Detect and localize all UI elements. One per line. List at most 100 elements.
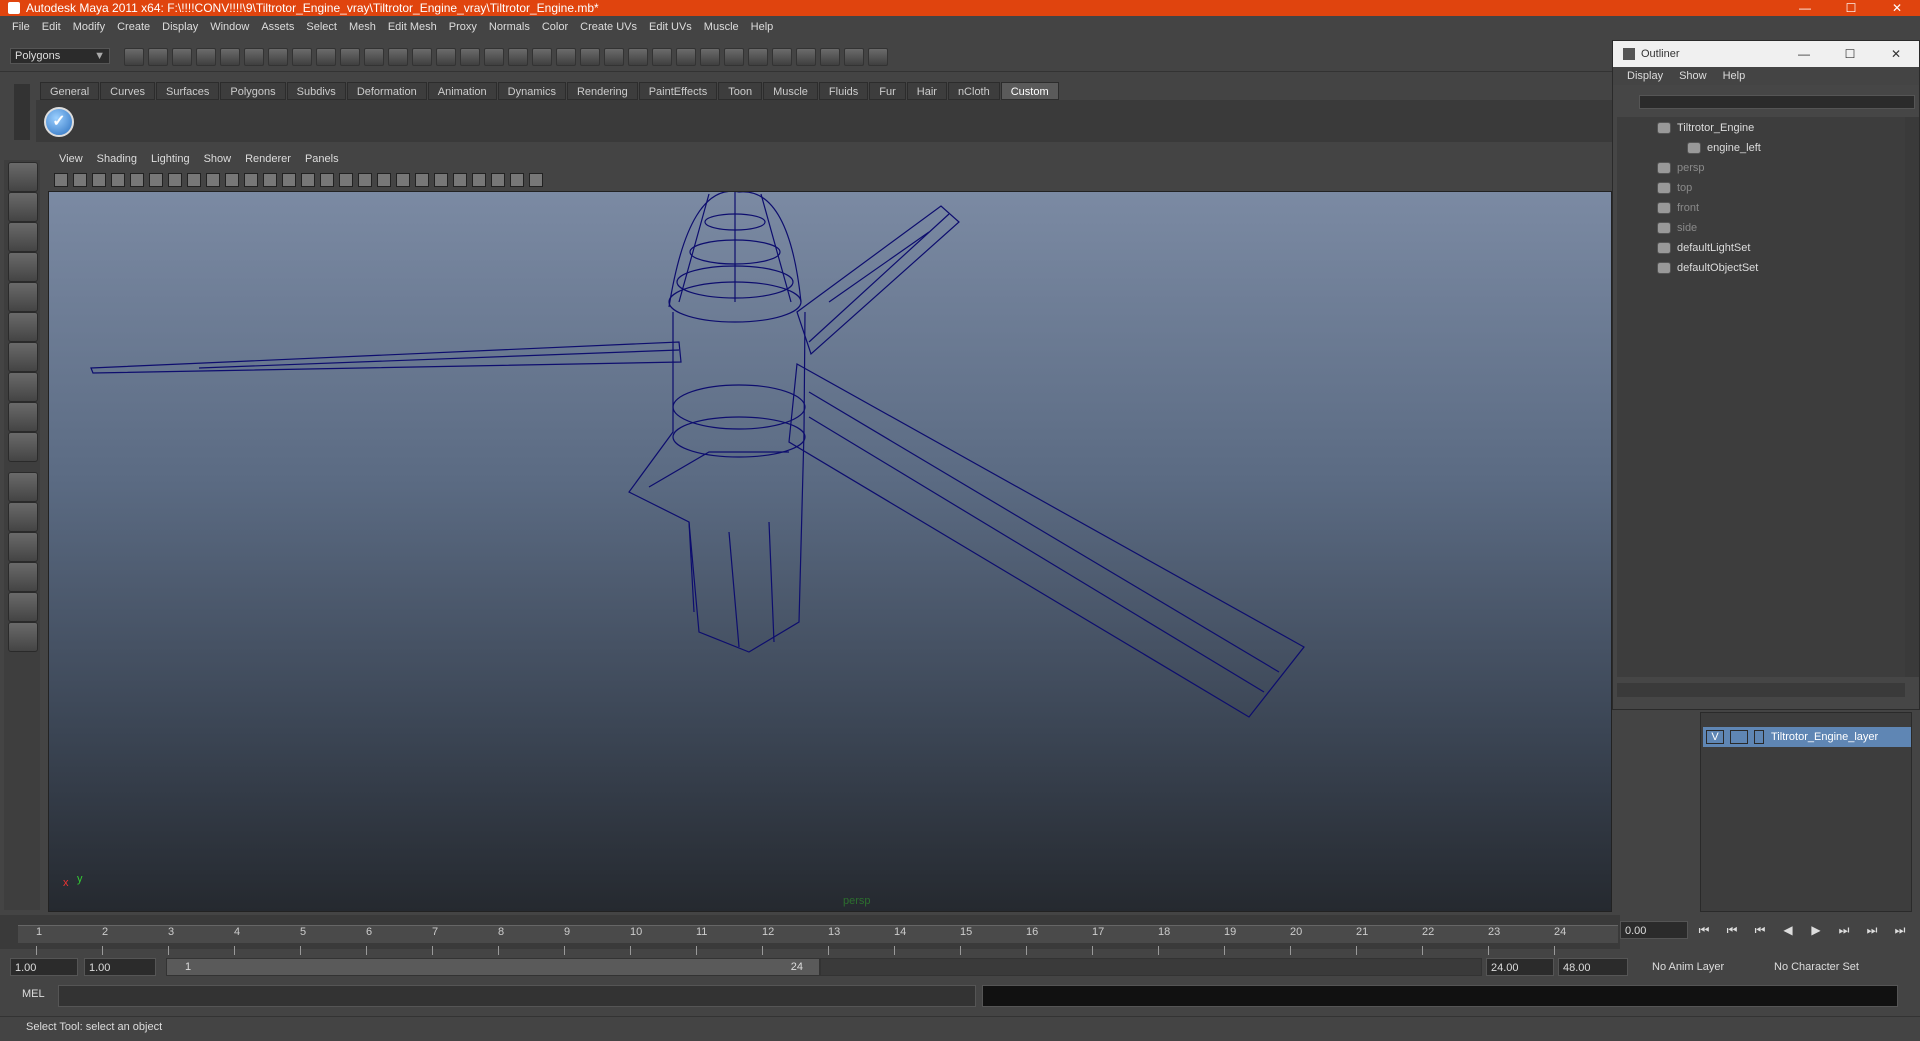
paint-select-tool-icon[interactable]	[8, 222, 38, 252]
playback-start-field[interactable]: 1.00	[84, 958, 156, 976]
panel-tool-icon[interactable]	[491, 173, 505, 187]
shelf-check-icon[interactable]: ✓	[44, 107, 74, 137]
command-input[interactable]	[58, 985, 976, 1007]
status-line-tool-icon[interactable]	[820, 48, 840, 66]
lasso-tool-icon[interactable]	[8, 192, 38, 222]
shelf-tab-subdivs[interactable]: Subdivs	[286, 82, 346, 100]
panel-menu-renderer[interactable]: Renderer	[238, 153, 298, 165]
play-backwards-icon[interactable]: ◀	[1776, 921, 1800, 939]
menu-create[interactable]: Create	[111, 21, 156, 33]
panel-tool-icon[interactable]	[396, 173, 410, 187]
menu-edit-mesh[interactable]: Edit Mesh	[382, 21, 443, 33]
status-line-tool-icon[interactable]	[220, 48, 240, 66]
step-back-key-icon[interactable]: ⏮	[1720, 921, 1744, 939]
menu-muscle[interactable]: Muscle	[698, 21, 745, 33]
animation-start-field[interactable]: 1.00	[10, 958, 78, 976]
time-slider-track[interactable]: 1 2 3 4 5 6 7 8 9 10 11 12 13 14 15 16 17 18 19 20 21 22 23 24	[18, 925, 1618, 960]
panel-tool-icon[interactable]	[301, 173, 315, 187]
outliner-close-button[interactable]: ✕	[1873, 41, 1919, 67]
playback-end-field[interactable]: 24.00	[1486, 958, 1554, 976]
layout-four-icon[interactable]	[8, 502, 38, 532]
panel-tool-icon[interactable]	[282, 173, 296, 187]
panel-tool-icon[interactable]	[149, 173, 163, 187]
rotate-tool-icon[interactable]	[8, 282, 38, 312]
menu-display[interactable]: Display	[156, 21, 204, 33]
layout-graph-icon[interactable]	[8, 562, 38, 592]
shelf-tab-dynamics[interactable]: Dynamics	[497, 82, 566, 100]
status-line-tool-icon[interactable]	[292, 48, 312, 66]
shelf-tab-surfaces[interactable]: Surfaces	[155, 82, 220, 100]
status-line-tool-icon[interactable]	[580, 48, 600, 66]
outliner-menu-show[interactable]: Show	[1671, 70, 1715, 82]
status-line-tool-icon[interactable]	[316, 48, 336, 66]
step-forward-key-icon[interactable]: ⏭	[1860, 921, 1884, 939]
shelf-tab-rendering[interactable]: Rendering	[566, 82, 638, 100]
panel-tool-icon[interactable]	[434, 173, 448, 187]
status-line-tool-icon[interactable]	[676, 48, 696, 66]
outliner-menu-display[interactable]: Display	[1619, 70, 1671, 82]
move-tool-icon[interactable]	[8, 252, 38, 282]
outliner-item-top[interactable]: top	[1657, 179, 1692, 197]
outliner-maximize-button[interactable]: ☐	[1827, 41, 1873, 67]
status-line-tool-icon[interactable]	[844, 48, 864, 66]
shelf-tab-curves[interactable]: Curves	[100, 82, 155, 100]
panel-tool-icon[interactable]	[339, 173, 353, 187]
status-line-tool-icon[interactable]	[868, 48, 888, 66]
shelf-tab-polygons[interactable]: Polygons	[220, 82, 286, 100]
shelf-tab-custom[interactable]: Custom	[1000, 82, 1059, 100]
layer-row[interactable]: V Tiltrotor_Engine_layer	[1703, 727, 1911, 747]
go-to-start-icon[interactable]: ⏮	[1692, 921, 1716, 939]
status-line-tool-icon[interactable]	[172, 48, 192, 66]
select-tool-icon[interactable]	[8, 162, 38, 192]
layer-visibility-toggle[interactable]: V	[1706, 730, 1724, 744]
panel-tool-icon[interactable]	[320, 173, 334, 187]
status-line-tool-icon[interactable]	[724, 48, 744, 66]
status-line-tool-icon[interactable]	[196, 48, 216, 66]
anim-layer-dropdown[interactable]: No Anim Layer	[1652, 958, 1724, 976]
menu-help[interactable]: Help	[745, 21, 780, 33]
scale-tool-icon[interactable]	[8, 312, 38, 342]
universal-manipulator-icon[interactable]	[8, 342, 38, 372]
current-frame-field[interactable]: 0.00	[1620, 921, 1688, 939]
panel-tool-icon[interactable]	[206, 173, 220, 187]
outliner-search-input[interactable]	[1639, 95, 1915, 109]
menu-create-uvs[interactable]: Create UVs	[574, 21, 643, 33]
menu-file[interactable]: File	[6, 21, 36, 33]
shelf-tab-toon[interactable]: Toon	[718, 82, 763, 100]
status-line-tool-icon[interactable]	[124, 48, 144, 66]
shelf-tab-hair[interactable]: Hair	[906, 82, 947, 100]
step-forward-frame-icon[interactable]: ⏭	[1832, 921, 1856, 939]
status-line-tool-icon[interactable]	[556, 48, 576, 66]
outliner-item-defaultlightset[interactable]: defaultLightSet	[1657, 239, 1750, 257]
outliner-menu-help[interactable]: Help	[1715, 70, 1754, 82]
menu-proxy[interactable]: Proxy	[443, 21, 483, 33]
panel-tool-icon[interactable]	[130, 173, 144, 187]
panel-menu-view[interactable]: View	[52, 153, 90, 165]
status-line-tool-icon[interactable]	[772, 48, 792, 66]
menu-window[interactable]: Window	[204, 21, 255, 33]
minimize-button[interactable]: —	[1782, 0, 1828, 16]
shelf-tab-general[interactable]: General	[40, 82, 100, 100]
layout-outliner-icon[interactable]	[8, 532, 38, 562]
status-line-tool-icon[interactable]	[484, 48, 504, 66]
maximize-button[interactable]: ☐	[1828, 0, 1874, 16]
panel-tool-icon[interactable]	[453, 173, 467, 187]
menu-select[interactable]: Select	[300, 21, 343, 33]
status-line-tool-icon[interactable]	[388, 48, 408, 66]
layer-type-toggle[interactable]	[1730, 730, 1748, 744]
status-line-tool-icon[interactable]	[700, 48, 720, 66]
status-line-tool-icon[interactable]	[268, 48, 288, 66]
close-button[interactable]: ✕	[1874, 0, 1920, 16]
shelf-options-handle[interactable]	[14, 84, 30, 140]
panel-menu-lighting[interactable]: Lighting	[144, 153, 197, 165]
perspective-viewport[interactable]: x y persp	[48, 191, 1612, 912]
shelf-tab-fluids[interactable]: Fluids	[818, 82, 869, 100]
status-line-tool-icon[interactable]	[148, 48, 168, 66]
shelf-tab-painteffects[interactable]: PaintEffects	[638, 82, 718, 100]
range-slider[interactable]: 1 24	[166, 958, 820, 976]
panel-tool-icon[interactable]	[510, 173, 524, 187]
panel-tool-icon[interactable]	[111, 173, 125, 187]
panel-tool-icon[interactable]	[377, 173, 391, 187]
outliner-horizontal-scrollbar[interactable]	[1617, 683, 1905, 697]
shelf-tab-muscle[interactable]: Muscle	[763, 82, 818, 100]
